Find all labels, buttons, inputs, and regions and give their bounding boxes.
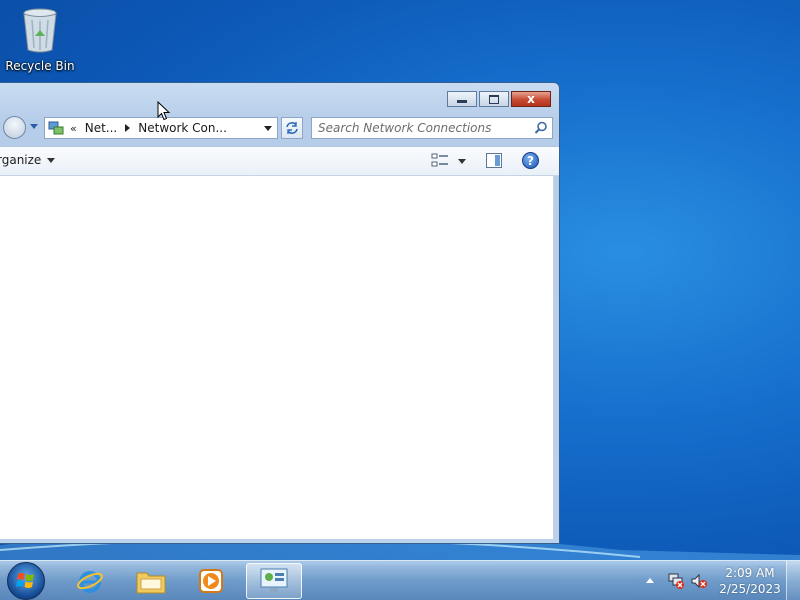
windows-logo-icon (16, 573, 34, 588)
clock-date: 2/25/2023 (719, 582, 781, 596)
internet-explorer-icon (77, 571, 103, 593)
folder-icon (136, 572, 166, 594)
start-button[interactable] (7, 562, 45, 600)
network-status-icon[interactable] (667, 572, 685, 590)
file-list-pane[interactable] (0, 176, 554, 539)
close-button[interactable]: x (511, 91, 551, 107)
command-bar: rganize ? (0, 146, 559, 176)
caption-buttons: x (447, 91, 551, 107)
back-button[interactable] (3, 116, 26, 139)
recycle-bin-label: Recycle Bin (5, 59, 75, 73)
taskbar-internet-explorer[interactable] (62, 563, 118, 599)
network-connections-window[interactable]: x « Net... Network Con... Search Network… (0, 82, 560, 544)
refresh-button[interactable] (281, 117, 303, 139)
maximize-button[interactable] (479, 91, 509, 107)
breadcrumb-network[interactable]: Net... (85, 121, 118, 135)
search-icon[interactable] (534, 121, 548, 135)
recycle-bin-desktop-icon[interactable]: Recycle Bin (4, 6, 76, 73)
taskbar-media-player[interactable] (183, 563, 239, 599)
minimize-button[interactable] (447, 91, 477, 107)
search-box[interactable] (311, 117, 553, 139)
search-input[interactable] (318, 120, 518, 136)
system-clock[interactable]: 2:09 AM 2/25/2023 (715, 565, 785, 597)
preview-pane-icon[interactable] (486, 153, 502, 168)
breadcrumb-overflow-chevron[interactable]: « (70, 122, 77, 135)
organize-menu-button[interactable]: rganize (0, 153, 56, 167)
minimize-icon (457, 100, 467, 103)
recent-pages-dropdown-icon[interactable] (30, 124, 38, 129)
organize-label: rganize (0, 153, 42, 167)
refresh-icon (286, 122, 298, 134)
network-settings-icon (260, 568, 288, 593)
volume-muted-icon[interactable] (690, 572, 708, 590)
breadcrumb-network-connections[interactable]: Network Con... (138, 121, 227, 135)
view-options-dropdown-icon[interactable] (458, 159, 466, 164)
address-dropdown-icon[interactable] (264, 126, 272, 131)
breadcrumb-separator-icon[interactable] (125, 124, 131, 132)
network-connections-icon (48, 121, 64, 135)
close-icon: x (527, 92, 535, 106)
show-hidden-icons-icon[interactable] (646, 578, 654, 583)
navigation-bar: « Net... Network Con... (0, 116, 559, 140)
clock-time: 2:09 AM (725, 566, 775, 580)
mouse-pointer-icon (157, 101, 171, 121)
taskbar: 2:09 AM 2/25/2023 (0, 560, 800, 600)
taskbar-network-connections[interactable] (246, 563, 302, 599)
show-desktop-button[interactable] (786, 561, 800, 600)
taskbar-windows-explorer[interactable] (123, 563, 179, 599)
recycle-bin-icon (23, 8, 57, 53)
help-icon[interactable]: ? (522, 152, 539, 169)
maximize-icon (489, 94, 499, 104)
media-player-icon (199, 569, 223, 593)
organize-dropdown-icon (47, 157, 56, 163)
change-view-icon[interactable] (431, 153, 449, 169)
